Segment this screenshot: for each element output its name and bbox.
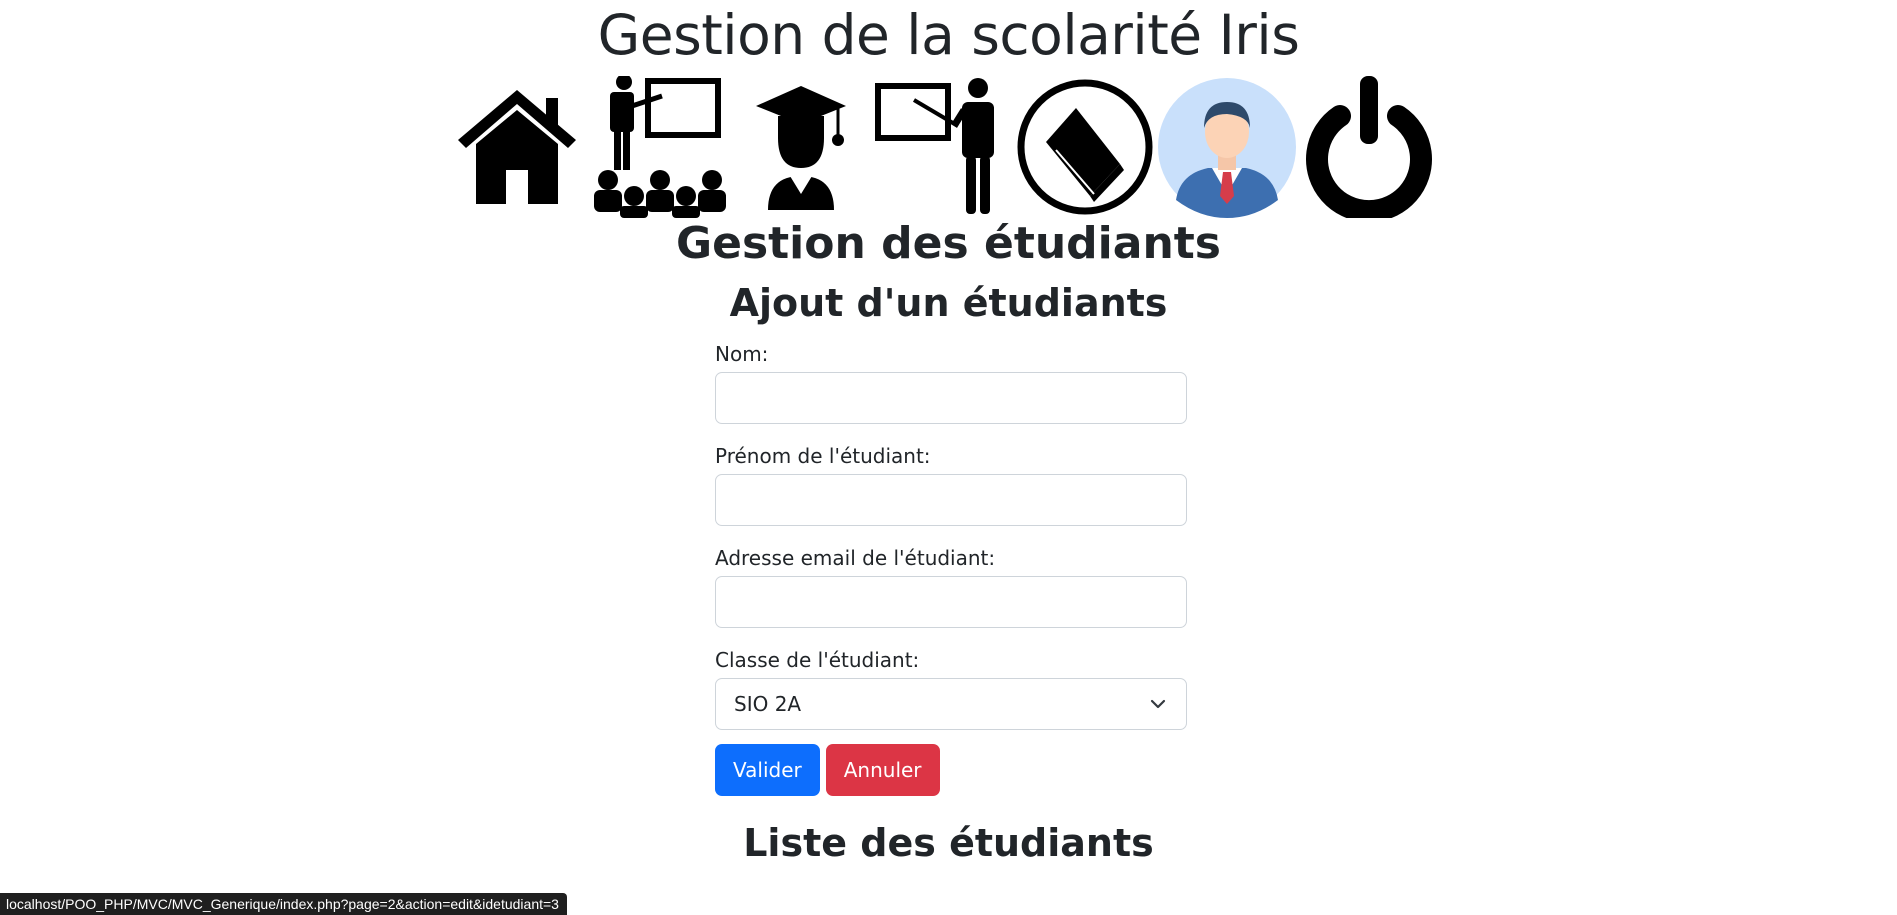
nom-label: Nom:: [715, 342, 769, 366]
teacher-board-icon[interactable]: [874, 76, 1012, 218]
email-label: Adresse email de l'étudiant:: [715, 546, 996, 570]
status-bar-url: localhost/POO_PHP/MVC/MVC_Generique/inde…: [0, 893, 567, 915]
classe-field-group: Classe de l'étudiant: SIO 2A: [715, 648, 1187, 730]
prenom-input[interactable]: [715, 474, 1187, 526]
prenom-label: Prénom de l'étudiant:: [715, 444, 931, 468]
nom-field-group: Nom:: [715, 342, 1187, 424]
home-icon[interactable]: [448, 76, 586, 218]
add-student-form: Nom: Prénom de l'étudiant: Adresse email…: [715, 342, 1187, 796]
page: Gestion de la scolarité Iris Gestion des…: [0, 0, 1897, 915]
icon-nav-bar: [448, 76, 1438, 218]
site-title: Gestion de la scolarité Iris: [597, 3, 1300, 67]
section-title: Gestion des étudiants: [676, 218, 1221, 269]
prenom-field-group: Prénom de l'étudiant:: [715, 444, 1187, 526]
graduate-student-icon[interactable]: [732, 76, 870, 218]
power-icon[interactable]: [1300, 76, 1438, 218]
valider-button[interactable]: Valider: [715, 744, 820, 796]
classe-selected-value: SIO 2A: [734, 692, 802, 716]
teacher-class-icon[interactable]: [590, 76, 728, 218]
email-field-group: Adresse email de l'étudiant:: [715, 546, 1187, 628]
annuler-button[interactable]: Annuler: [825, 744, 940, 796]
classe-select[interactable]: SIO 2A: [715, 678, 1187, 730]
student-list-title: Liste des étudiants: [743, 821, 1154, 865]
form-buttons: Valider Annuler: [715, 744, 1187, 796]
classe-label: Classe de l'étudiant:: [715, 648, 920, 672]
user-avatar-icon[interactable]: [1158, 76, 1296, 218]
nom-input[interactable]: [715, 372, 1187, 424]
chevron-down-icon: [1150, 699, 1166, 709]
book-icon[interactable]: [1016, 76, 1154, 218]
form-title: Ajout d'un étudiants: [729, 281, 1168, 325]
email-input[interactable]: [715, 576, 1187, 628]
